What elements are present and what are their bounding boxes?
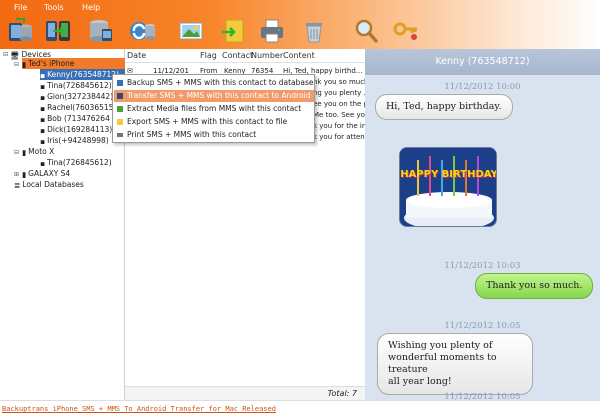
menu-help[interactable]: Help xyxy=(82,1,100,14)
contact-icon: ▪ xyxy=(40,92,46,102)
context-menu: Backup SMS + MMS with this contact to da… xyxy=(112,74,315,143)
backup-icon xyxy=(9,18,32,42)
conversation-panel: Kenny (763548712) 11/12/2012 10:00 Hi, T… xyxy=(365,49,600,402)
collapse-icon[interactable]: ⊟ xyxy=(14,150,20,156)
tree-contact[interactable]: ▪ Bob (713476264 xyxy=(40,113,110,124)
tree-contact[interactable]: ▪ Rachel(76036515 xyxy=(40,102,113,113)
tree-contact[interactable]: ▪ Dick(169284113) xyxy=(40,124,112,135)
contact-icon: ▪ xyxy=(40,81,46,91)
ctx-transfer-to-android[interactable]: Transfer SMS + MMS with this contact to … xyxy=(114,90,314,102)
printer-icon xyxy=(261,19,283,43)
expand-icon[interactable]: ⊞ xyxy=(14,172,20,178)
tree-device-galaxy-s4[interactable]: ▮ GALAXY S4 xyxy=(22,168,70,179)
col-flag[interactable]: Flag xyxy=(200,51,217,60)
tree-device-moto-x[interactable]: ▮ Moto X xyxy=(22,146,54,157)
mms-image: HAPPY BIRTHDAY xyxy=(399,147,497,227)
col-contact[interactable]: Contact xyxy=(222,51,253,60)
ctx-export-to-file[interactable]: Export SMS + MMS with this contact to fi… xyxy=(114,116,314,128)
total-count: Total: 7 xyxy=(125,386,365,400)
ctx-extract-media[interactable]: Extract Media files from MMS wiht this c… xyxy=(114,103,314,115)
message-time: 11/12/2012 10:00 xyxy=(444,82,521,92)
database-button[interactable] xyxy=(86,16,114,46)
tree-contact[interactable]: ▪ Tina(726845612) xyxy=(40,80,112,91)
database-icon: ≣ xyxy=(14,180,21,190)
phone-icon: ▮ xyxy=(22,147,27,157)
contact-icon: ▪ xyxy=(40,114,46,124)
list-header: Date Flag Contact Number Content xyxy=(125,49,365,63)
message-bubble-in: Hi, Ted, happy birthday. xyxy=(375,94,513,120)
conversation-title: Kenny (763548712) xyxy=(365,49,600,75)
collapse-icon[interactable]: ⊟ xyxy=(14,62,20,68)
print-button[interactable] xyxy=(258,16,286,46)
ctx-backup-to-database[interactable]: Backup SMS + MMS with this contact to da… xyxy=(114,77,314,89)
message-bubble-in: Wishing you plenty of wonderful moments … xyxy=(377,333,533,395)
printer-icon xyxy=(117,133,123,137)
export-button[interactable] xyxy=(220,16,248,46)
transfer-icon xyxy=(117,93,123,99)
status-bar: Backuptrans iPhone SMS + MMS To Android … xyxy=(0,400,600,418)
contact-icon: ▪ xyxy=(40,125,46,135)
col-content[interactable]: Content xyxy=(283,51,315,60)
search-icon xyxy=(355,19,378,43)
mms-image-caption: HAPPY BIRTHDAY xyxy=(400,169,497,180)
collapse-icon[interactable]: ⊟ xyxy=(3,52,9,58)
message-bubble-out: Thank you so much. xyxy=(475,273,594,299)
tree-contact[interactable]: ▪ Gion(327238442) xyxy=(40,91,113,102)
col-date[interactable]: Date xyxy=(127,51,146,60)
message-time: 11/12/2012 10:03 xyxy=(444,261,521,271)
register-button[interactable] xyxy=(392,16,420,46)
sync-button[interactable] xyxy=(128,16,156,46)
search-button[interactable] xyxy=(352,16,380,46)
database-icon xyxy=(90,20,112,42)
sync-icon xyxy=(130,22,155,40)
photo-icon xyxy=(179,22,203,40)
delete-button[interactable] xyxy=(300,16,328,46)
photo-button[interactable] xyxy=(178,16,206,46)
tree-local-databases[interactable]: ≣ Local Databases xyxy=(14,179,84,190)
database-icon xyxy=(117,80,123,86)
col-number[interactable]: Number xyxy=(251,51,283,60)
recycle-bin-icon xyxy=(306,23,322,43)
contact-icon: ▪ xyxy=(40,158,46,168)
phone-icon: ▮ xyxy=(22,169,27,179)
contact-icon: ▪ xyxy=(40,103,46,113)
ctx-print[interactable]: Print SMS + MMS with this contact xyxy=(114,129,314,141)
birthday-cake-image xyxy=(400,148,496,226)
backup-button[interactable] xyxy=(6,16,34,46)
news-link[interactable]: Backuptrans iPhone SMS + MMS To Android … xyxy=(2,405,276,413)
tree-device-teds-iphone[interactable]: ▮ Ted's iPhone xyxy=(22,58,125,69)
tree-contact[interactable]: ▪ Iris(+94248998) xyxy=(40,135,109,146)
key-icon xyxy=(393,22,417,40)
export-icon xyxy=(117,119,123,125)
phone-icon: ▮ xyxy=(22,59,27,69)
computer-icon: 🖥 xyxy=(10,50,20,60)
toolbar xyxy=(0,14,600,48)
transfer-icon xyxy=(46,21,70,41)
transfer-button[interactable] xyxy=(44,16,72,46)
menu-tools[interactable]: Tools xyxy=(44,1,64,14)
menu-file[interactable]: File xyxy=(14,1,27,14)
export-icon xyxy=(222,19,244,43)
contact-icon: ▪ xyxy=(40,136,46,146)
app-header: File Tools Help xyxy=(0,0,600,49)
tree-contact[interactable]: ▪ Tina(726845612) xyxy=(40,157,112,168)
photo-icon xyxy=(117,106,123,112)
message-time: 11/12/2012 10:05 xyxy=(444,321,521,331)
device-tree: ⊟ 🖥 Devices ⊟ ▮ Ted's iPhone ▪ Kenny(763548… xyxy=(0,49,125,400)
contact-icon: ▪ xyxy=(40,70,46,80)
